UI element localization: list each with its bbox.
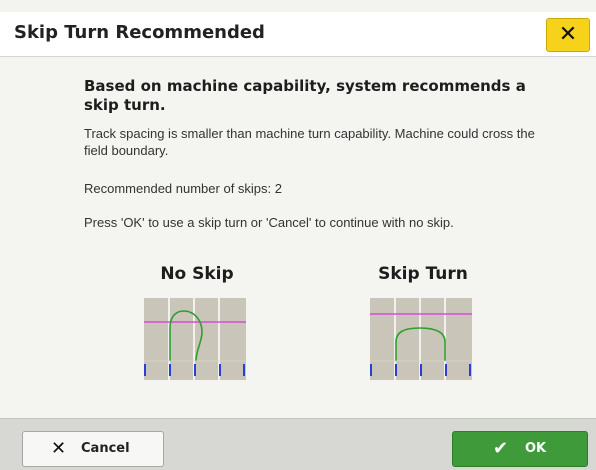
close-icon: ✕ — [558, 22, 578, 47]
instruction-text: Press 'OK' to use a skip turn or 'Cancel… — [84, 215, 454, 230]
skip-turn-label: Skip Turn — [378, 264, 468, 284]
dialog-content: Based on machine capability, system reco… — [0, 57, 596, 418]
recommendation-headline: Based on machine capability, system reco… — [84, 77, 526, 114]
ok-button[interactable]: ✔ OK — [452, 431, 588, 467]
dialog-header: Skip Turn Recommended ✕ — [0, 12, 596, 57]
checkmark-icon: ✔ — [493, 438, 509, 459]
skip-turn-diagram — [370, 298, 472, 380]
dialog-footer: ✕ Cancel ✔ OK — [0, 418, 596, 470]
close-button[interactable]: ✕ — [546, 18, 590, 52]
no-skip-diagram — [144, 298, 246, 380]
explanation-text: Track spacing is smaller than machine tu… — [84, 126, 535, 158]
no-skip-label: No Skip — [160, 264, 234, 284]
x-icon: ✕ — [51, 438, 67, 459]
cancel-label: Cancel — [81, 441, 130, 456]
dialog-title: Skip Turn Recommended — [14, 22, 265, 43]
ok-label: OK — [525, 441, 547, 456]
cancel-button[interactable]: ✕ Cancel — [22, 431, 164, 467]
recommended-skips-text: Recommended number of skips: 2 — [84, 181, 282, 196]
skip-turn-dialog: Skip Turn Recommended ✕ Based on machine… — [0, 0, 596, 470]
